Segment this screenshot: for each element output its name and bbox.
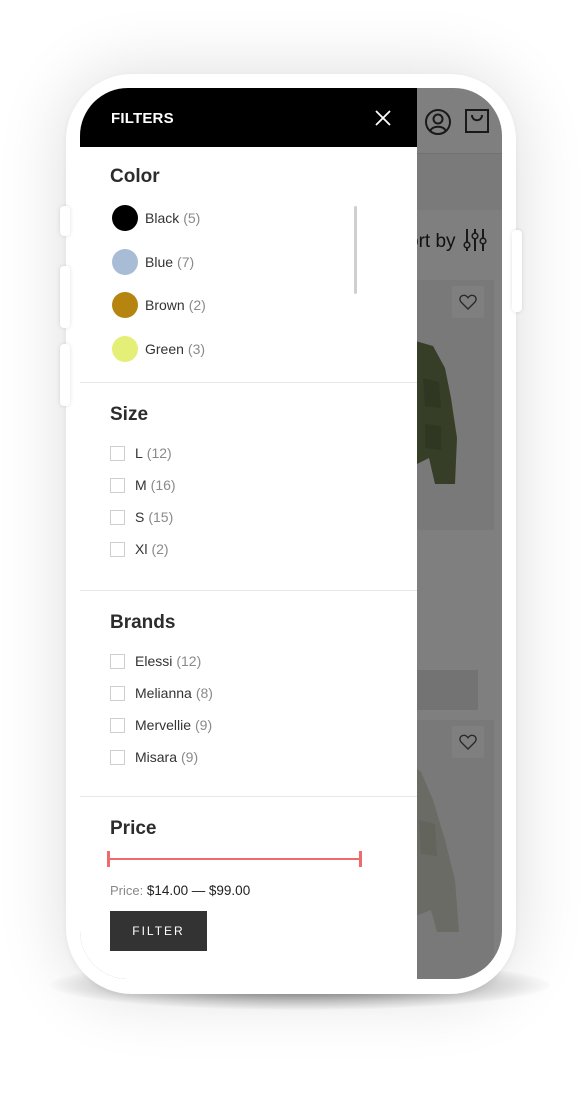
checkbox[interactable] [110,446,125,461]
color-section-title: Color [110,166,160,187]
filter-panel-header: FILTERS [80,88,417,147]
color-option-brown[interactable]: Brown (2) [112,292,312,318]
price-separator: — [191,883,206,898]
filter-panel: FILTERS Color Black (5) Blue (7) Brown (2) … [80,88,417,979]
color-option-green[interactable]: Green (3) [112,336,312,362]
brand-option-misara[interactable]: Misara (9) [110,749,310,767]
color-swatch [112,292,138,318]
checkbox[interactable] [110,542,125,557]
section-divider [80,796,417,797]
price-range-text: Price: $14.00 — $99.00 [110,883,250,898]
phone-volume-down-button [60,344,70,406]
color-option-label: Black (5) [145,210,201,226]
phone-screen: ort by [80,88,502,979]
brand-option-label: Melianna (8) [135,685,213,701]
size-option-label: S (15) [135,509,174,525]
brand-option-label: Elessi (12) [135,653,202,669]
price-max-handle[interactable] [359,851,362,867]
brand-option-melianna[interactable]: Melianna (8) [110,685,310,703]
filter-panel-title: FILTERS [111,110,174,127]
checkbox[interactable] [110,750,125,765]
price-range-track[interactable] [108,858,361,860]
size-option-m[interactable]: M (16) [110,477,310,495]
color-swatch [112,249,138,275]
section-divider [80,382,417,383]
size-section-title: Size [110,404,149,425]
size-option-label: Xl (2) [135,541,169,557]
phone-side-button-top [60,206,70,236]
brands-section-title: Brands [110,612,176,633]
brand-option-mervellie[interactable]: Mervellie (9) [110,717,310,735]
color-option-label: Green (3) [145,341,206,357]
price-max-value: $99.00 [208,883,251,898]
phone-volume-up-button [60,266,70,328]
checkbox[interactable] [110,718,125,733]
color-swatch [112,336,138,362]
filter-button[interactable]: FILTER [110,911,207,951]
color-option-label: Blue (7) [145,254,195,270]
color-option-black[interactable]: Black (5) [112,205,312,231]
color-option-blue[interactable]: Blue (7) [112,249,312,275]
size-option-s[interactable]: S (15) [110,509,310,527]
price-min-value: $14.00 [146,883,189,898]
checkbox[interactable] [110,510,125,525]
section-divider [80,590,417,591]
checkbox[interactable] [110,478,125,493]
size-option-xl[interactable]: Xl (2) [110,541,310,559]
checkbox[interactable] [110,654,125,669]
price-prefix: Price: [110,883,144,898]
size-option-label: M (16) [135,477,176,493]
brand-option-elessi[interactable]: Elessi (12) [110,653,310,671]
size-option-l[interactable]: L (12) [110,445,310,463]
checkbox[interactable] [110,686,125,701]
price-min-handle[interactable] [107,851,110,867]
close-icon[interactable] [370,105,396,131]
brand-option-label: Mervellie (9) [135,717,213,733]
brand-option-label: Misara (9) [135,749,199,765]
phone-power-button [512,230,522,312]
color-list-scrollbar[interactable] [354,206,357,294]
color-option-label: Brown (2) [145,297,206,313]
size-option-label: L (12) [135,445,172,461]
price-section-title: Price [110,818,157,839]
color-swatch [112,205,138,231]
